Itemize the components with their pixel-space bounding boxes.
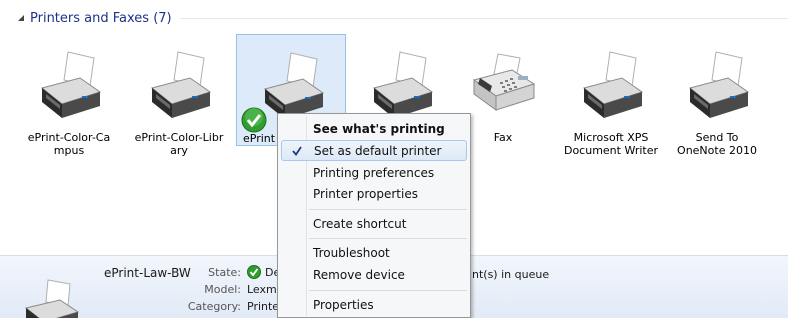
menu-item-label: Set as default printer [314,143,442,158]
menu-item-label: Printer properties [313,186,418,201]
printer-icon [370,48,434,120]
device-label: ePrint-Color-Libr ary [134,131,224,157]
menu-item-label: Remove device [313,267,405,282]
printer-icon [148,48,212,120]
devices-and-printers-window: Printers and Faxes (7) ePrint-Color-Ca m… [0,0,788,318]
menu-item-see-whats-printing[interactable]: See what's printing [281,118,467,139]
menu-separator [309,290,467,291]
category-label: Category: [187,300,241,313]
default-check-icon [247,265,261,279]
printer-icon [24,276,80,318]
model-label: Model: [204,283,241,296]
printer-icon [686,48,750,120]
menu-separator [309,209,467,210]
menu-item-troubleshoot[interactable]: Troubleshoot [281,242,467,263]
device-label: Send To OneNote 2010 [677,131,757,157]
state-label: State: [208,266,241,279]
device-tile[interactable]: ePrint-Color-Ca mpus [14,34,124,157]
menu-separator [309,238,467,239]
menu-item-label: Properties [313,297,374,312]
collapse-triangle-icon[interactable] [16,13,26,23]
menu-item-label: See what's printing [313,121,445,136]
category-value: Printe [247,300,280,313]
device-tile[interactable]: Send To OneNote 2010 [662,34,772,157]
menu-item-label: Troubleshoot [313,245,390,260]
menu-item-set-default-printer[interactable]: Set as default printer [281,140,467,161]
device-label: Microsoft XPS Document Writer [563,131,659,157]
printer-icon [261,49,325,121]
group-header[interactable]: Printers and Faxes (7) [16,9,788,27]
printer-icon [580,48,644,120]
menu-item-label: Printing preferences [313,165,435,180]
default-check-icon [241,107,267,133]
group-divider [179,17,788,19]
group-title: Printers and Faxes (7) [30,10,172,26]
menu-item-printing-preferences[interactable]: Printing preferences [281,162,467,183]
menu-item-create-shortcut[interactable]: Create shortcut [281,213,467,234]
menu-item-label: Create shortcut [313,216,407,231]
fax-icon [472,48,536,120]
menu-item-remove-device[interactable]: Remove device [281,264,467,285]
device-tile[interactable]: Microsoft XPS Document Writer [556,34,666,157]
device-label: ePrint [243,132,276,145]
checkmark-icon [290,144,304,158]
menu-item-printer-properties[interactable]: Printer properties [281,183,467,204]
printer-icon [38,48,102,120]
menu-item-properties[interactable]: Properties [281,294,467,315]
device-label: ePrint-Color-Ca mpus [27,131,111,157]
device-tile[interactable]: ePrint-Color-Libr ary [124,34,234,157]
queue-status: nt(s) in queue [472,268,550,281]
context-menu: See what's printing Set as default print… [277,113,471,318]
